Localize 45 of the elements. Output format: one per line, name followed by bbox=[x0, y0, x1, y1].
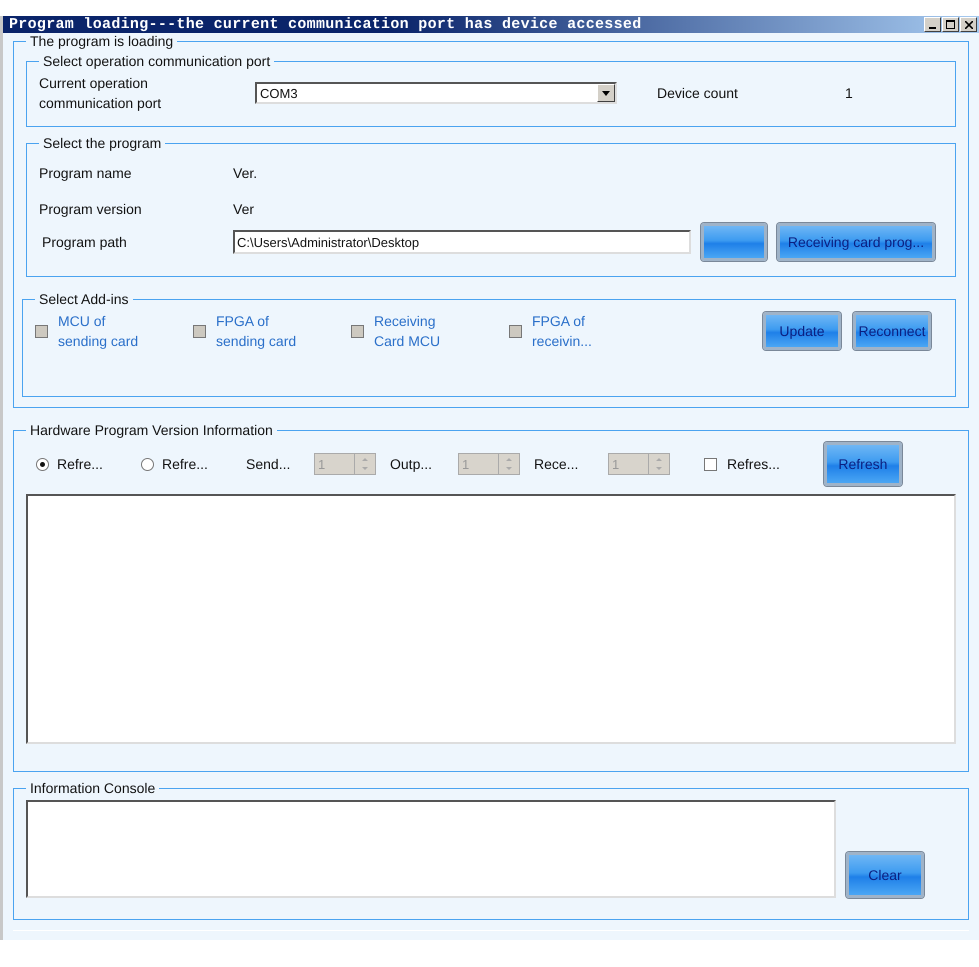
clear-button[interactable]: Clear bbox=[846, 852, 924, 898]
group-title: Hardware Program Version Information bbox=[29, 422, 274, 438]
minimize-button[interactable] bbox=[924, 17, 941, 32]
checkbox[interactable] bbox=[704, 458, 717, 470]
close-button[interactable] bbox=[960, 17, 977, 32]
maximize-icon bbox=[946, 20, 955, 29]
field-label: Outp... bbox=[390, 455, 434, 474]
checkbox-label: MCU of sending card bbox=[58, 312, 138, 351]
field-label: Device count bbox=[657, 84, 739, 103]
path-field[interactable]: C:\Users\Administrator\Desktop bbox=[233, 230, 691, 254]
radio-label: Refre... bbox=[162, 455, 208, 474]
field-label: Current operation communication port bbox=[39, 74, 162, 113]
radio-button[interactable] bbox=[36, 458, 49, 470]
field-label: Program path bbox=[42, 233, 128, 252]
action-button[interactable]: Update bbox=[763, 312, 841, 350]
number-spinner[interactable]: 1 bbox=[608, 453, 670, 475]
radio-label: Refre... bbox=[57, 455, 103, 474]
device-count: 1 bbox=[845, 84, 853, 103]
checkbox-label: Receiving Card MCU bbox=[374, 312, 440, 351]
checkbox-label: Refres... bbox=[727, 455, 780, 474]
action-button[interactable]: Reconnect bbox=[853, 312, 931, 350]
checkbox-label: FPGA of sending card bbox=[216, 312, 296, 351]
window-title: Program loading---the current communication port has device accessed bbox=[9, 16, 642, 33]
maximize-button[interactable] bbox=[942, 17, 959, 32]
field-label: Program version bbox=[39, 200, 143, 219]
program-version: Ver bbox=[233, 200, 254, 219]
field-label: Send... bbox=[246, 455, 292, 474]
close-icon bbox=[964, 20, 972, 28]
field-label: Program name bbox=[39, 164, 133, 183]
radio-button[interactable] bbox=[141, 458, 154, 470]
caret-icon bbox=[602, 90, 610, 96]
number-spinner[interactable]: 1 bbox=[458, 453, 520, 475]
group-title: The program is loading bbox=[29, 33, 174, 49]
checkbox-label: FPGA of receivin... bbox=[532, 312, 592, 351]
group-title: Select Add-ins bbox=[38, 291, 130, 307]
receiving-card-button[interactable]: Receiving card prog... bbox=[777, 223, 935, 261]
group-title: Information Console bbox=[29, 780, 156, 796]
number-spinner[interactable]: 1 bbox=[314, 453, 376, 475]
port-dropdown[interactable]: COM3 bbox=[255, 82, 617, 104]
field-label: Rece... bbox=[534, 455, 580, 474]
group-title: Select the program bbox=[42, 135, 162, 151]
minimize-icon bbox=[929, 26, 936, 28]
program-name: Ver. bbox=[233, 164, 258, 183]
group-title: Select operation communication port bbox=[42, 53, 272, 69]
refresh-button[interactable]: Refresh bbox=[824, 442, 902, 486]
